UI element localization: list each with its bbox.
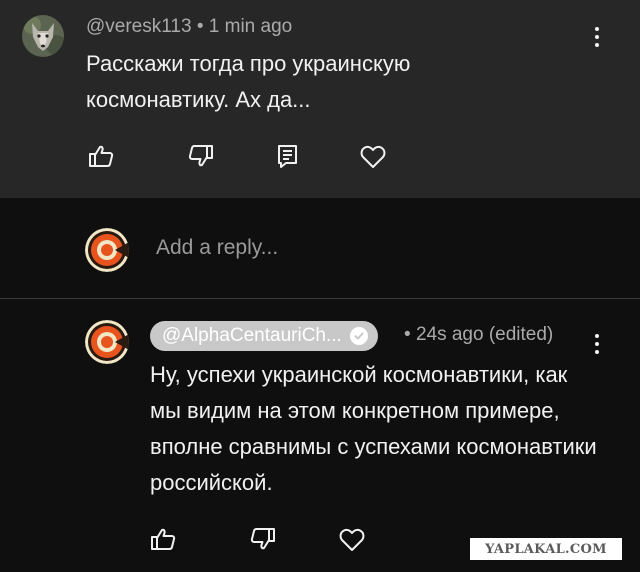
author-handle[interactable]: @veresk113 [86,16,192,37]
comment-time: 24s ago (edited) [415,324,554,345]
check-circle-icon [349,327,368,345]
comment-meta: @veresk113 • 1 min ago [86,16,292,38]
watermark: YAPLAKAL.COM [470,538,622,560]
author-chip[interactable]: @AlphaCentauriCh... [150,321,378,351]
avatar[interactable] [85,320,129,364]
divider [0,298,640,299]
heart-icon[interactable] [337,524,367,554]
like-icon[interactable] [86,141,116,171]
more-options-icon[interactable] [585,22,609,52]
meta-separator: • [404,324,411,345]
meta-separator: • [196,16,204,37]
heart-icon[interactable] [358,141,388,171]
reply-input[interactable]: Add a reply... [156,236,278,260]
avatar[interactable] [22,15,64,57]
comment-text: Расскажи тогда про украинскую космонавти… [86,51,411,112]
like-icon[interactable] [148,524,178,554]
reply-icon[interactable] [273,141,303,171]
dislike-icon[interactable] [186,141,216,171]
dislike-icon[interactable] [248,524,278,554]
author-handle[interactable]: @AlphaCentauriCh... [162,325,342,347]
comment-time: 1 min ago [208,16,293,37]
comment-text: Ну, успехи украинской космонавтики, как … [150,362,597,495]
more-options-icon[interactable] [585,329,609,359]
top-comment: @veresk113 • 1 min ago Расскажи тогда пр… [0,0,640,198]
comment-meta: • 24s ago (edited) [404,324,553,346]
avatar [85,228,129,272]
